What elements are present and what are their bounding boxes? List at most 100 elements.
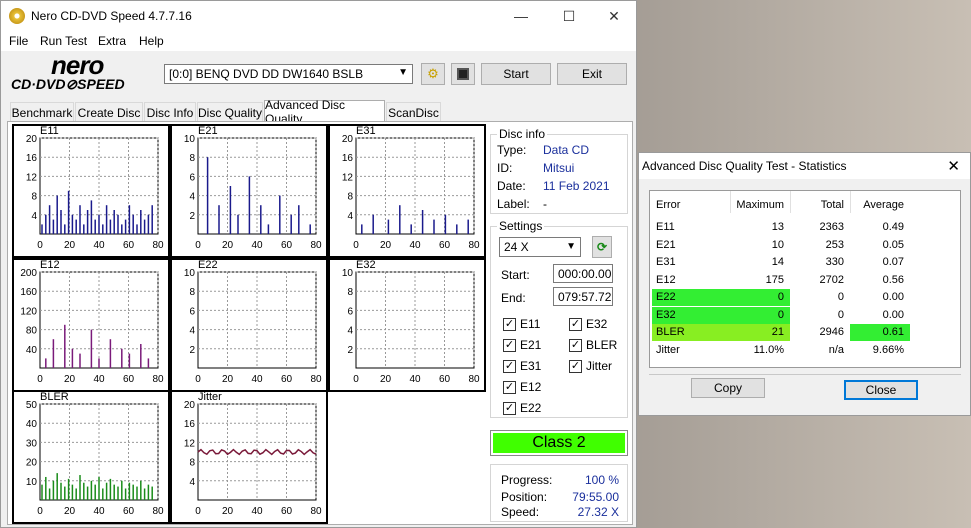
menu-run-test[interactable]: Run Test <box>40 34 87 48</box>
copy-button[interactable]: Copy <box>691 378 765 398</box>
checkbox-label: E22 <box>520 401 542 415</box>
position-label: Position: <box>501 490 548 504</box>
x-tick-label: 20 <box>380 240 392 251</box>
chart-plot: 1086420 20 40 60 80 <box>184 268 322 385</box>
save-button[interactable] <box>451 63 475 85</box>
close-stats-button[interactable]: Close <box>844 380 918 400</box>
checkbox-label: Jitter <box>586 359 613 373</box>
tab-benchmark[interactable]: Benchmark <box>10 102 74 122</box>
window-title: Nero CD-DVD Speed 4.7.7.16 <box>31 9 192 23</box>
checkbox-e22[interactable]: ✓ E22 <box>503 401 541 415</box>
checkbox-jitter[interactable]: ✓ Jitter <box>569 359 612 373</box>
y-tick-label: 4 <box>189 477 195 488</box>
checkbox-e21[interactable]: ✓ E21 <box>503 338 541 352</box>
x-tick-label: 40 <box>251 374 263 385</box>
label-label: Label: <box>497 197 530 211</box>
chevron-down-icon: ▼ <box>566 241 576 252</box>
type-value: Data CD <box>543 143 590 157</box>
x-tick-label: 0 <box>37 374 43 385</box>
speed-readout: 27.32 X <box>577 505 619 519</box>
x-tick-label: 40 <box>93 374 105 385</box>
column-header: Maximum <box>736 199 784 211</box>
table-cell: BLER <box>656 326 685 338</box>
x-tick-label: 20 <box>222 374 234 385</box>
start-field[interactable]: 000:00.00 <box>553 264 613 283</box>
exit-button[interactable]: Exit <box>557 63 627 85</box>
statistics-title-bar: Advanced Disc Quality Test - Statistics … <box>639 153 970 179</box>
x-tick-label: 20 <box>380 374 392 385</box>
table-cell: Jitter <box>656 343 680 356</box>
end-field[interactable]: 079:57.72 <box>553 287 613 306</box>
refresh-button[interactable]: ⟳ <box>592 236 612 258</box>
checkbox-e32[interactable]: ✓ E32 <box>569 317 607 331</box>
y-tick-label: 6 <box>189 306 195 317</box>
main-window: Nero CD-DVD Speed 4.7.7.16 — ☐ ✕ File Ru… <box>0 0 637 528</box>
checkbox-label: E31 <box>520 359 542 373</box>
y-tick-label: 4 <box>347 211 353 222</box>
y-tick-label: 10 <box>184 134 196 145</box>
table-cell: 253 <box>825 238 844 251</box>
close-button[interactable]: ✕ <box>591 1 636 31</box>
table-cell: 0.49 <box>882 221 904 233</box>
checkbox-label: BLER <box>586 338 618 352</box>
y-tick-label: 30 <box>26 438 38 449</box>
checkbox-bler[interactable]: ✓ BLER <box>569 338 617 352</box>
tab-advanced-disc-quality[interactable]: Advanced Disc Quality <box>264 98 385 126</box>
chevron-down-icon: ▼ <box>398 67 408 78</box>
x-tick-label: 60 <box>281 506 293 517</box>
tab-create-disc[interactable]: Create Disc <box>75 102 143 122</box>
checkbox-e12[interactable]: ✓ E12 <box>503 380 541 394</box>
table-cell: 21 <box>771 326 784 338</box>
chart-e21: E21 10 8 6 4 2 0 20 40 60 80 <box>170 124 328 258</box>
tab-disc-info[interactable]: Disc Info <box>144 102 196 122</box>
check-icon: ✓ <box>503 317 516 331</box>
table-cell: 0.05 <box>882 238 904 251</box>
x-tick-label: 20 <box>222 506 234 517</box>
x-tick-label: 0 <box>37 240 43 251</box>
tab-disc-quality[interactable]: Disc Quality <box>197 102 263 122</box>
table-cell: 330 <box>825 256 844 268</box>
checkbox-e31[interactable]: ✓ E31 <box>503 359 541 373</box>
start-button[interactable]: Start <box>481 63 551 85</box>
minimize-button[interactable]: — <box>498 1 544 31</box>
chart-plot: 200 160 120 80 40 0 20 40 60 80 <box>20 268 164 385</box>
table-cell: 0.00 <box>882 291 904 303</box>
date-label: Date: <box>497 179 526 193</box>
settings-group: Settings 24 X ▼ ⟳ Start: 000:00.00 End: … <box>490 219 628 418</box>
menu-extra[interactable]: Extra <box>98 34 126 48</box>
y-tick-label: 10 <box>26 477 38 488</box>
nero-logo: nero CD·DVD⊘SPEED <box>11 50 125 92</box>
x-tick-label: 0 <box>353 240 359 251</box>
progress-value: 100 % <box>584 473 619 487</box>
table-cell: 11.0% <box>753 343 784 356</box>
table-cell: 175 <box>765 273 784 286</box>
class-badge: Class 2 <box>493 433 625 453</box>
checkbox-e11[interactable]: ✓ E11 <box>503 317 540 331</box>
table-cell: 9.66% <box>872 343 904 356</box>
floppy-icon <box>457 68 469 80</box>
stats-close-icon[interactable]: ✕ <box>947 157 960 175</box>
y-tick-label: 12 <box>184 438 196 449</box>
refresh-icon: ⟳ <box>596 240 608 254</box>
table-cell: E22 <box>656 291 676 303</box>
menu-file[interactable]: File <box>9 34 28 48</box>
column-header: Error <box>656 199 681 211</box>
disc-info-group: Disc info Type: Data CD ID: Mitsui Date:… <box>490 127 628 214</box>
menu-help[interactable]: Help <box>139 34 164 48</box>
speed-select[interactable]: 24 X ▼ <box>499 237 581 257</box>
table-cell: E32 <box>656 308 676 321</box>
maximize-button[interactable]: ☐ <box>546 1 592 31</box>
table-cell: E12 <box>656 273 676 286</box>
y-tick-label: 20 <box>342 134 354 145</box>
drive-select[interactable]: [0:0] BENQ DVD DD DW1640 BSLB ▼ <box>164 64 413 84</box>
column-header: Total <box>820 199 844 211</box>
y-tick-label: 10 <box>342 268 354 279</box>
id-value: Mitsui <box>543 161 575 175</box>
x-tick-label: 40 <box>251 240 263 251</box>
eject-button[interactable]: ⚙ <box>421 63 445 85</box>
tab-scandisc[interactable]: ScanDisc <box>386 102 441 122</box>
x-tick-label: 80 <box>310 374 322 385</box>
y-tick-label: 20 <box>26 458 38 469</box>
x-tick-label: 80 <box>310 240 322 251</box>
x-tick-label: 80 <box>310 506 322 517</box>
